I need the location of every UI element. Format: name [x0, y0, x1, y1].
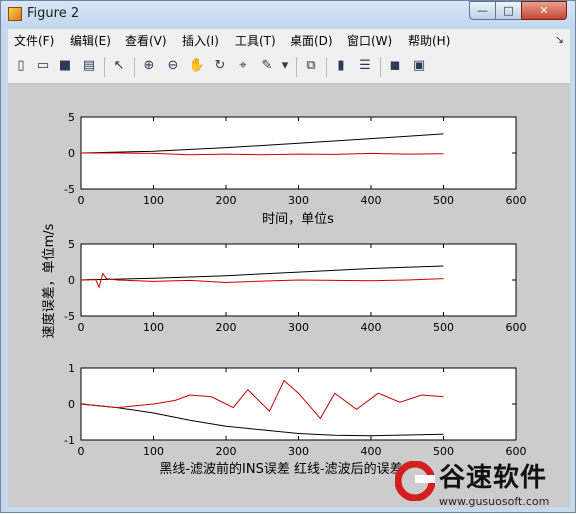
- axes-3: [80, 367, 517, 441]
- x-tick-label: 200: [216, 445, 237, 458]
- x-tick-label: 500: [433, 194, 454, 207]
- x-tick-label: 300: [288, 445, 309, 458]
- x-tick-label: 500: [433, 321, 454, 334]
- y-tick-label: 5: [68, 238, 75, 251]
- caption-label: 黑线-滤波前的INS误差 红线-滤波后的误差: [159, 461, 402, 477]
- y-tick-label: 1: [68, 362, 75, 375]
- x-tick-label: 100: [143, 321, 164, 334]
- x-tick-label: 0: [78, 445, 85, 458]
- x-tick-label: 300: [288, 194, 309, 207]
- x-axis-label: 时间，单位s: [262, 212, 334, 227]
- y-axis-label: 速度误差，单位m/s: [41, 223, 57, 338]
- x-tick-label: 600: [506, 194, 527, 207]
- x-tick-label: 400: [361, 321, 382, 334]
- y-tick-label: 0: [68, 274, 75, 287]
- x-tick-label: 400: [361, 194, 382, 207]
- x-tick-label: 200: [216, 194, 237, 207]
- watermark-url: www.gusuosoft.com: [439, 495, 550, 508]
- x-tick-label: 0: [78, 194, 85, 207]
- plot-canvas: 0 100 200 300 400 500 60050-50 100 200 300 400 500 6…: [41, 111, 527, 477]
- y-tick-label: 5: [68, 111, 75, 124]
- y-tick-label: -5: [64, 310, 75, 323]
- watermark-text: 谷速软件: [439, 463, 548, 493]
- y-tick-label: -1: [64, 434, 75, 447]
- x-tick-label: 0: [78, 321, 85, 334]
- x-tick-label: 400: [361, 445, 382, 458]
- y-tick-label: -5: [64, 183, 75, 196]
- x-tick-label: 600: [506, 321, 527, 334]
- watermark-logo-icon: [395, 461, 435, 501]
- y-tick-label: 0: [68, 398, 75, 411]
- x-tick-label: 300: [288, 321, 309, 334]
- x-tick-label: 100: [143, 194, 164, 207]
- x-tick-label: 200: [216, 321, 237, 334]
- figure-window: Figure 2 — □ ✕ 文件(F) 编辑(E) 查看(V) 插入(I) 工…: [0, 0, 576, 513]
- y-tick-label: 0: [68, 147, 75, 160]
- x-tick-label: 100: [143, 445, 164, 458]
